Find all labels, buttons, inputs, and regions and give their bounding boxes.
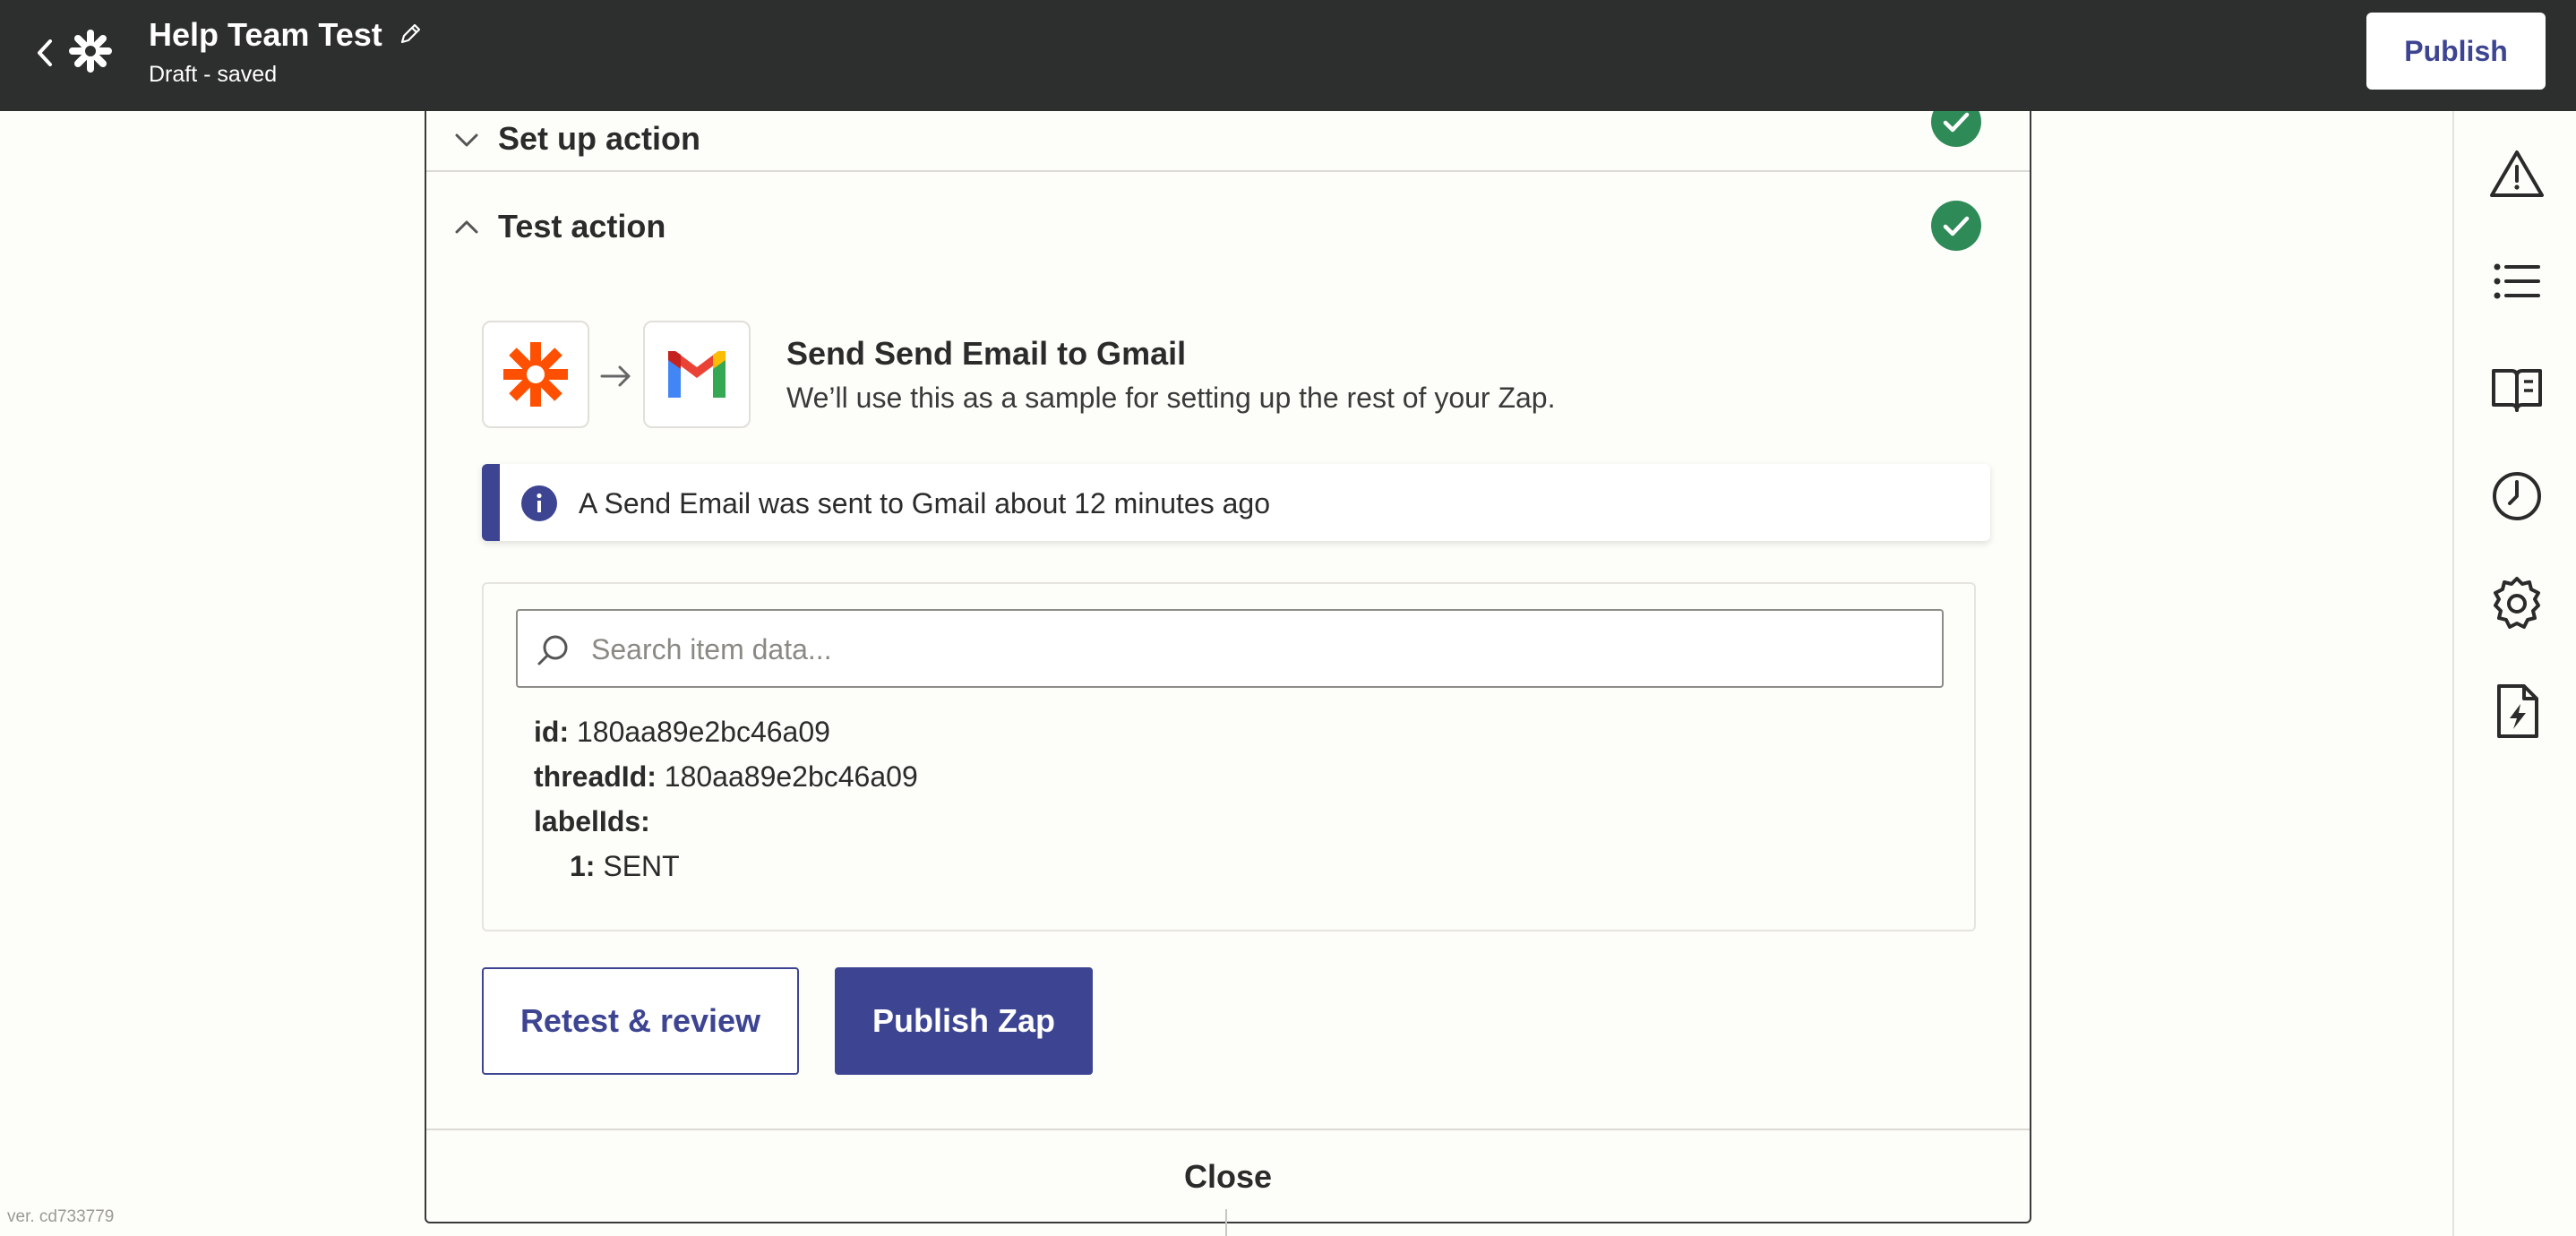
zapier-logo-icon[interactable]: [68, 29, 113, 73]
step-title: Send Send Email to Gmail: [786, 335, 1187, 372]
data-key: 1:: [570, 850, 596, 882]
check-circle-icon: [1931, 111, 1981, 147]
book-icon[interactable]: [2488, 360, 2546, 417]
info-message: A Send Email was sent to Gmail about 12 …: [579, 487, 1270, 519]
retest-review-button[interactable]: Retest & review: [482, 967, 799, 1075]
sample-data-box: id: 180aa89e2bc46a09 threadId: 180aa89e2…: [482, 582, 1976, 931]
right-sidebar: [2452, 111, 2576, 1236]
zapier-icon: [503, 342, 568, 407]
section-test-action[interactable]: Test action: [426, 172, 2030, 270]
step-description: We’ll use this as a sample for setting u…: [786, 382, 1556, 414]
zap-title[interactable]: Help Team Test: [149, 16, 382, 54]
data-list: id: 180aa89e2bc46a09 threadId: 180aa89e2…: [534, 709, 918, 888]
top-bar: Help Team Test Draft - saved Publish: [0, 0, 2576, 111]
source-app-tile: [482, 321, 589, 428]
section-setup-action[interactable]: Set up action: [426, 111, 2030, 172]
info-icon: [521, 485, 557, 521]
check-circle-icon: [1931, 201, 1981, 251]
data-value: 180aa89e2bc46a09: [664, 760, 918, 793]
file-bolt-icon[interactable]: [2488, 682, 2546, 740]
arrow-right-icon: [600, 365, 631, 387]
warning-icon[interactable]: [2488, 145, 2546, 202]
data-row: labelIds:: [534, 799, 918, 844]
canvas-connector: [1225, 1209, 1227, 1236]
data-row: id: 180aa89e2bc46a09: [534, 709, 918, 754]
gmail-icon: [668, 351, 726, 398]
info-banner: A Send Email was sent to Gmail about 12 …: [482, 464, 1990, 541]
step-panel: Set up action Test action Send Send Emai…: [425, 111, 2031, 1223]
section-title: Set up action: [498, 120, 701, 157]
draft-status: Draft - saved: [149, 62, 278, 87]
close-button[interactable]: Close: [426, 1130, 2030, 1222]
version-label: ver. cd733779: [7, 1207, 115, 1226]
data-value: 180aa89e2bc46a09: [576, 716, 830, 748]
gear-icon[interactable]: [2488, 575, 2546, 632]
data-row: 1: SENT: [534, 844, 918, 888]
back-chevron-icon[interactable]: [30, 34, 61, 72]
search-field[interactable]: [516, 609, 1944, 688]
panel-footer: Close: [426, 1129, 2030, 1222]
data-key: id:: [534, 716, 570, 748]
search-icon: [537, 635, 568, 665]
data-key: threadId:: [534, 760, 657, 793]
data-row: threadId: 180aa89e2bc46a09: [534, 754, 918, 799]
publish-button[interactable]: Publish: [2366, 13, 2546, 90]
pencil-icon[interactable]: [398, 21, 423, 47]
chevron-up-icon: [455, 220, 478, 234]
list-icon[interactable]: [2488, 253, 2546, 310]
data-key: labelIds:: [534, 805, 650, 837]
search-input[interactable]: [589, 627, 1919, 672]
section-title: Test action: [498, 208, 666, 245]
publish-zap-button[interactable]: Publish Zap: [835, 967, 1093, 1075]
chevron-down-icon: [455, 133, 478, 147]
clock-icon[interactable]: [2488, 468, 2546, 525]
data-value: SENT: [603, 850, 680, 882]
target-app-tile: [643, 321, 751, 428]
